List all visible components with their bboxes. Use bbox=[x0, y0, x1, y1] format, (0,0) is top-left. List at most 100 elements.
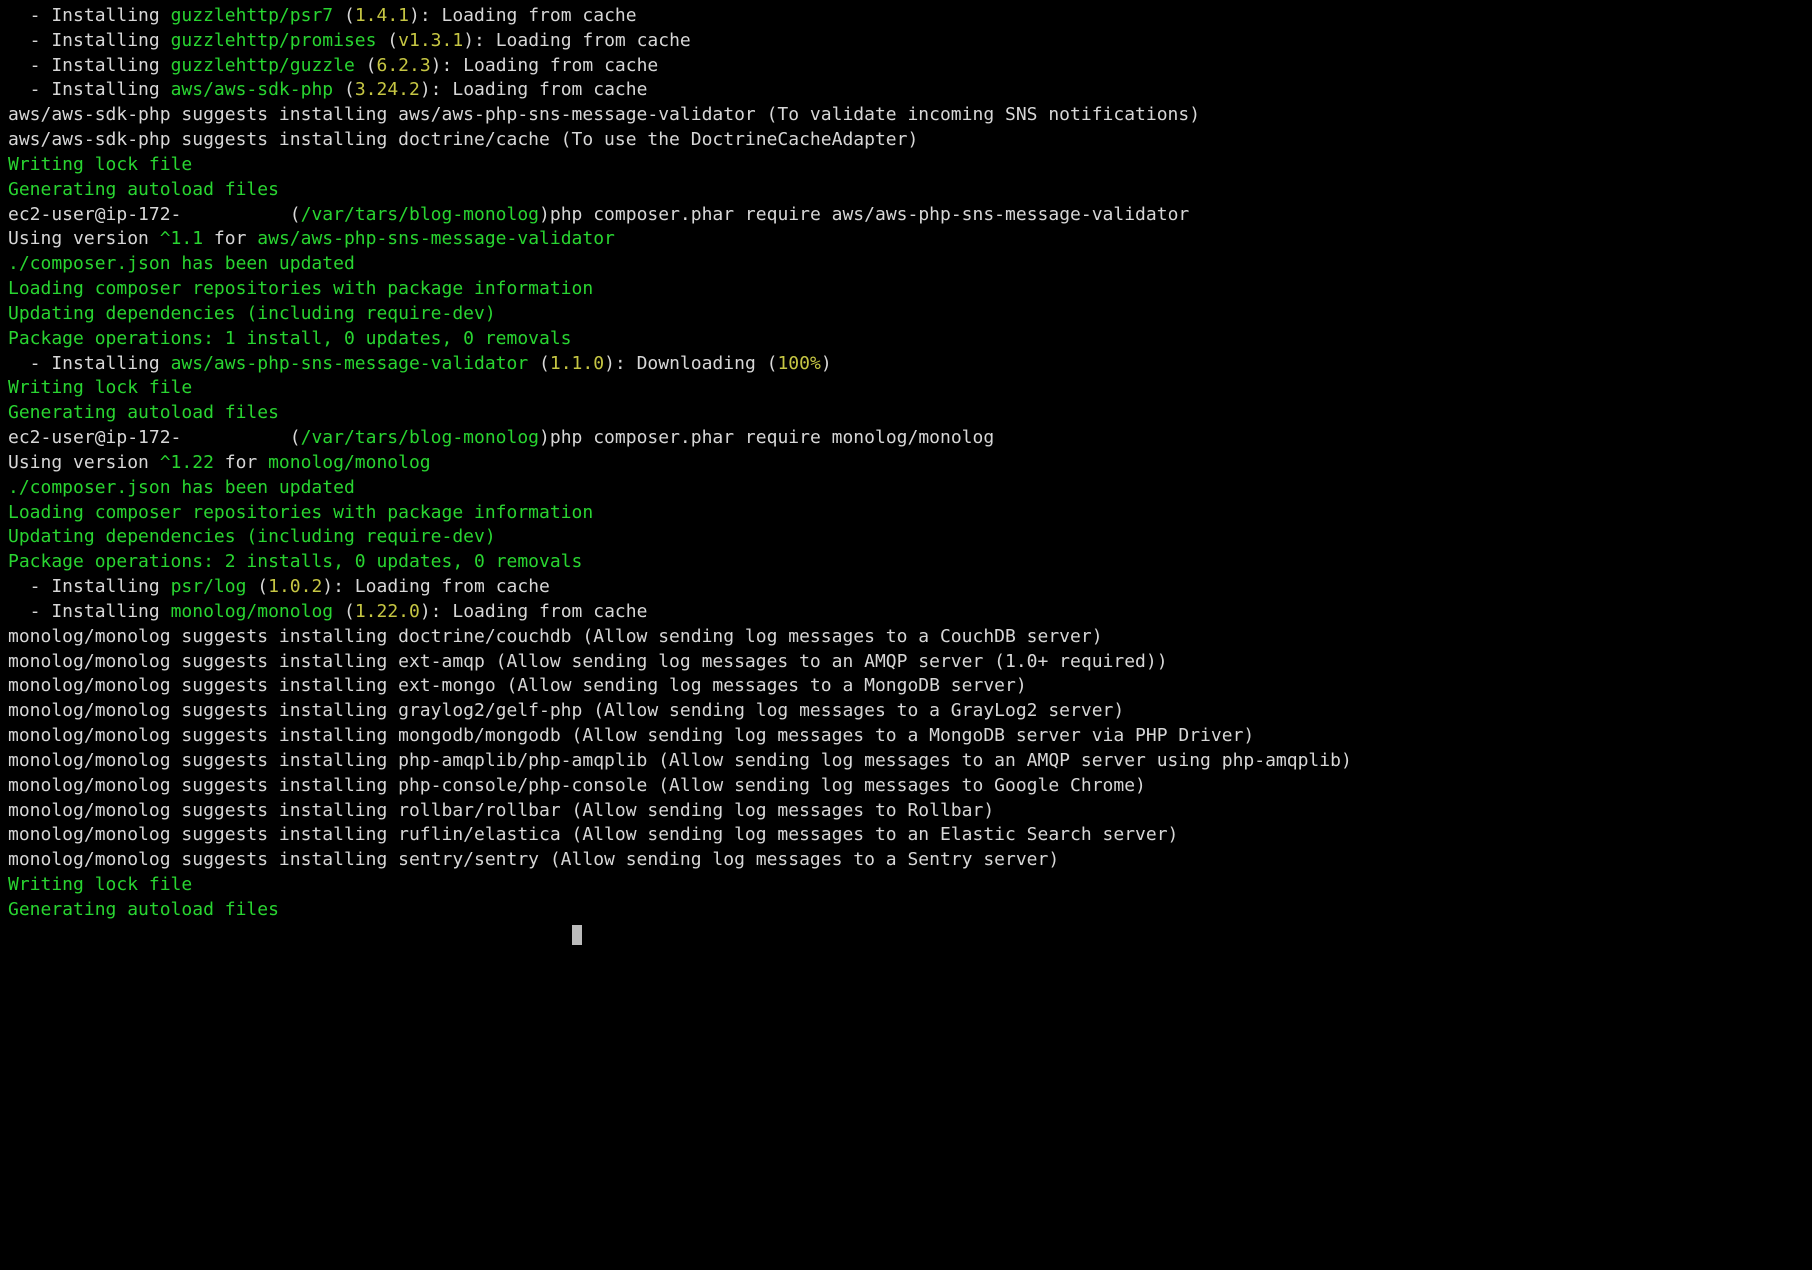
terminal-line: Generating autoload files bbox=[8, 401, 1804, 426]
terminal-segment: ( bbox=[333, 79, 355, 100]
terminal-line: Writing lock file bbox=[8, 153, 1804, 178]
terminal-segment: ): Loading from cache bbox=[431, 55, 659, 76]
terminal-segment: Writing lock file bbox=[8, 154, 192, 175]
terminal-line: Package operations: 2 installs, 0 update… bbox=[8, 550, 1804, 575]
terminal-line: monolog/monolog suggests installing php-… bbox=[8, 749, 1804, 774]
terminal-segment: )php composer.phar require aws/aws-php-s… bbox=[539, 204, 1189, 225]
terminal-segment: 1.0.2 bbox=[268, 576, 322, 597]
terminal-segment: - Installing bbox=[8, 5, 171, 26]
terminal-line: monolog/monolog suggests installing ext-… bbox=[8, 674, 1804, 699]
terminal-line: monolog/monolog suggests installing roll… bbox=[8, 799, 1804, 824]
terminal-segment: Updating dependencies (including require… bbox=[8, 303, 496, 324]
terminal-line: Updating dependencies (including require… bbox=[8, 525, 1804, 550]
terminal-line: - Installing guzzlehttp/guzzle (6.2.3): … bbox=[8, 54, 1804, 79]
terminal-line: monolog/monolog suggests installing ext-… bbox=[8, 650, 1804, 675]
terminal-segment: Writing lock file bbox=[8, 874, 192, 895]
terminal-segment: 100% bbox=[777, 353, 820, 374]
terminal-segment: monolog/monolog suggests installing ext-… bbox=[8, 651, 1168, 672]
terminal-segment: monolog/monolog suggests installing rufl… bbox=[8, 824, 1178, 845]
terminal-segment: ec2-user@ip-172- ( bbox=[8, 427, 301, 448]
terminal-segment: 1.4.1 bbox=[355, 5, 409, 26]
terminal-segment: - Installing bbox=[8, 601, 171, 622]
terminal-line: Generating autoload files bbox=[8, 898, 1804, 923]
terminal-cursor bbox=[572, 925, 582, 945]
terminal-segment: ( bbox=[355, 55, 377, 76]
terminal-segment: guzzlehttp/psr7 bbox=[171, 5, 334, 26]
terminal-line: monolog/monolog suggests installing rufl… bbox=[8, 823, 1804, 848]
terminal-line: ec2-user@ip-172- (/var/tars/blog-monolog… bbox=[8, 426, 1804, 451]
terminal-segment: 3.24.2 bbox=[355, 79, 420, 100]
terminal-line: Updating dependencies (including require… bbox=[8, 302, 1804, 327]
terminal-segment: guzzlehttp/promises bbox=[171, 30, 377, 51]
terminal-segment: aws/aws-sdk-php suggests installing aws/… bbox=[8, 104, 1200, 125]
terminal-segment: ^1.1 bbox=[160, 228, 203, 249]
terminal-line: monolog/monolog suggests installing sent… bbox=[8, 848, 1804, 873]
terminal-line: monolog/monolog suggests installing doct… bbox=[8, 625, 1804, 650]
terminal-segment: ): Loading from cache bbox=[322, 576, 550, 597]
terminal-segment: - Installing bbox=[8, 30, 171, 51]
terminal-segment: - Installing bbox=[8, 79, 171, 100]
terminal-line: Using version ^1.22 for monolog/monolog bbox=[8, 451, 1804, 476]
terminal-segment: 6.2.3 bbox=[376, 55, 430, 76]
terminal-segment: /var/tars/blog-monolog bbox=[301, 427, 539, 448]
terminal-segment: monolog/monolog suggests installing gray… bbox=[8, 700, 1124, 721]
terminal-line: - Installing guzzlehttp/psr7 (1.4.1): Lo… bbox=[8, 4, 1804, 29]
terminal-segment: Generating autoload files bbox=[8, 899, 279, 920]
terminal-segment: ( bbox=[528, 353, 550, 374]
terminal-segment: - Installing bbox=[8, 576, 171, 597]
terminal-segment: ^1.22 bbox=[160, 452, 214, 473]
terminal-line: aws/aws-sdk-php suggests installing aws/… bbox=[8, 103, 1804, 128]
terminal-segment: 1.22.0 bbox=[355, 601, 420, 622]
terminal-segment: monolog/monolog suggests installing roll… bbox=[8, 800, 994, 821]
terminal-segment: for bbox=[203, 228, 257, 249]
terminal-line: ./composer.json has been updated bbox=[8, 252, 1804, 277]
terminal-segment: Writing lock file bbox=[8, 377, 192, 398]
terminal-segment: psr/log bbox=[171, 576, 247, 597]
terminal-segment: Package operations: 1 install, 0 updates… bbox=[8, 328, 572, 349]
terminal-segment: ./composer.json has been updated bbox=[8, 477, 355, 498]
terminal-segment: ( bbox=[333, 601, 355, 622]
terminal-segment: guzzlehttp/guzzle bbox=[171, 55, 355, 76]
terminal-segment: monolog/monolog suggests installing php-… bbox=[8, 750, 1352, 771]
terminal-cursor-line bbox=[8, 923, 1804, 948]
terminal-segment: )php composer.phar require monolog/monol… bbox=[539, 427, 994, 448]
terminal-segment: /var/tars/blog-monolog bbox=[301, 204, 539, 225]
terminal-segment: ): Loading from cache bbox=[409, 5, 637, 26]
terminal-segment: monolog/monolog suggests installing php-… bbox=[8, 775, 1146, 796]
terminal-segment: ( bbox=[333, 5, 355, 26]
terminal-segment: monolog/monolog suggests installing doct… bbox=[8, 626, 1103, 647]
terminal-segment: v1.3.1 bbox=[398, 30, 463, 51]
terminal-segment: Using version bbox=[8, 228, 160, 249]
terminal-line: - Installing psr/log (1.0.2): Loading fr… bbox=[8, 575, 1804, 600]
terminal-line: - Installing guzzlehttp/promises (v1.3.1… bbox=[8, 29, 1804, 54]
terminal-line: Writing lock file bbox=[8, 376, 1804, 401]
terminal-segment: Updating dependencies (including require… bbox=[8, 526, 496, 547]
terminal-line: - Installing aws/aws-sdk-php (3.24.2): L… bbox=[8, 78, 1804, 103]
terminal-padding bbox=[8, 924, 572, 945]
terminal-segment: aws/aws-php-sns-message-validator bbox=[171, 353, 529, 374]
terminal-segment: ): Downloading ( bbox=[604, 353, 777, 374]
terminal-line: monolog/monolog suggests installing php-… bbox=[8, 774, 1804, 799]
terminal-segment: for bbox=[214, 452, 268, 473]
terminal-line: - Installing aws/aws-php-sns-message-val… bbox=[8, 352, 1804, 377]
terminal-segment: monolog/monolog bbox=[268, 452, 431, 473]
terminal-segment: Generating autoload files bbox=[8, 402, 279, 423]
terminal-line: - Installing monolog/monolog (1.22.0): L… bbox=[8, 600, 1804, 625]
terminal-segment: ) bbox=[821, 353, 832, 374]
terminal-segment: ): Loading from cache bbox=[463, 30, 691, 51]
terminal-line: Generating autoload files bbox=[8, 178, 1804, 203]
terminal-line: Writing lock file bbox=[8, 873, 1804, 898]
terminal-line: monolog/monolog suggests installing mong… bbox=[8, 724, 1804, 749]
terminal-segment: Using version bbox=[8, 452, 160, 473]
terminal-output[interactable]: - Installing guzzlehttp/psr7 (1.4.1): Lo… bbox=[0, 0, 1812, 951]
terminal-line: aws/aws-sdk-php suggests installing doct… bbox=[8, 128, 1804, 153]
terminal-line: Loading composer repositories with packa… bbox=[8, 277, 1804, 302]
terminal-segment: aws/aws-sdk-php bbox=[171, 79, 334, 100]
terminal-line: Using version ^1.1 for aws/aws-php-sns-m… bbox=[8, 227, 1804, 252]
terminal-segment: ): Loading from cache bbox=[420, 79, 648, 100]
terminal-segment: Generating autoload files bbox=[8, 179, 279, 200]
terminal-segment: Package operations: 2 installs, 0 update… bbox=[8, 551, 582, 572]
terminal-segment: monolog/monolog bbox=[171, 601, 334, 622]
terminal-segment: ): Loading from cache bbox=[420, 601, 648, 622]
terminal-line: Loading composer repositories with packa… bbox=[8, 501, 1804, 526]
